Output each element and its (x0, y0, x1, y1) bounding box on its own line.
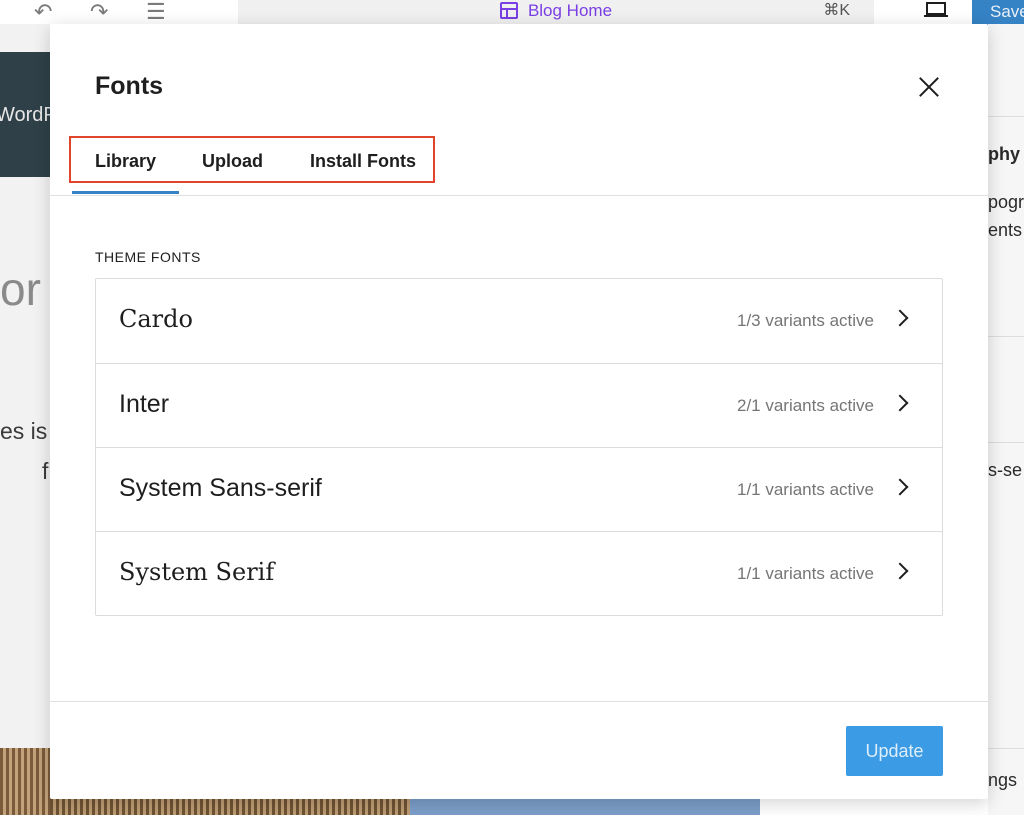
font-variants-count: 1/1 variants active (736, 564, 874, 583)
image-block (0, 748, 50, 815)
redo-icon[interactable]: ↷ (90, 0, 108, 24)
font-variants-count: 2/1 variants active (736, 396, 874, 415)
heading-fragment: or (0, 263, 41, 315)
hero-text-fragment: WordP (0, 104, 57, 126)
update-button[interactable]: Update (846, 726, 943, 776)
save-button[interactable]: Save (972, 0, 1024, 26)
styles-sidebar (988, 24, 1024, 815)
sidebar-divider (988, 748, 1024, 749)
undo-icon[interactable]: ↶ (34, 0, 52, 24)
document-title-bar[interactable]: Blog Home ⌘K (238, 0, 874, 24)
device-preview-icon[interactable] (924, 2, 948, 18)
sidebar-divider (988, 336, 1024, 337)
sidebar-text-fragment: ngs (988, 770, 1018, 790)
command-shortcut: ⌘K (823, 2, 850, 19)
font-row-system-serif[interactable]: System Serif 1/1 variants active (96, 532, 942, 616)
font-variants-count: 1/1 variants active (736, 480, 874, 499)
font-name: System Serif (119, 558, 275, 586)
image-block (50, 798, 410, 815)
tab-install-fonts[interactable]: Install Fonts (310, 151, 416, 172)
sidebar-divider (988, 442, 1024, 443)
image-block (410, 798, 760, 815)
template-icon (499, 2, 518, 19)
chevron-right-icon (891, 309, 909, 327)
fonts-modal: Fonts Library Upload Install Fonts THEME… (50, 24, 988, 799)
active-tab-indicator (72, 191, 179, 194)
modal-title: Fonts (95, 72, 164, 100)
font-row-inter[interactable]: Inter 2/1 variants active (96, 364, 942, 448)
tab-upload[interactable]: Upload (202, 151, 263, 172)
sidebar-text-fragment: phy (988, 144, 1021, 164)
chevron-right-icon (891, 562, 909, 580)
font-name: System Sans-serif (119, 474, 322, 502)
document-title: Blog Home (527, 1, 613, 20)
font-name: Inter (119, 390, 170, 418)
footer-divider (50, 701, 988, 702)
chevron-right-icon (891, 478, 909, 496)
chevron-right-icon (891, 394, 909, 412)
sidebar-text-fragment: s-se (988, 460, 1023, 480)
list-view-icon[interactable]: ☰ (146, 0, 166, 24)
sidebar-divider (988, 116, 1024, 117)
sidebar-text-fragment: ents (988, 220, 1023, 240)
close-icon[interactable] (914, 72, 944, 102)
font-name: Cardo (119, 305, 193, 333)
font-row-cardo[interactable]: Cardo 1/3 variants active (96, 279, 942, 363)
theme-fonts-list: Cardo 1/3 variants active Inter 2/1 vari… (95, 278, 943, 616)
body-fragment: es is (0, 418, 48, 444)
sidebar-text-fragment: pogr (988, 192, 1024, 212)
tabs-divider (50, 195, 988, 196)
body-fragment: f (42, 458, 49, 484)
font-variants-count: 1/3 variants active (736, 311, 874, 330)
section-label-theme-fonts: THEME FONTS (95, 249, 201, 265)
font-row-system-sans-serif[interactable]: System Sans-serif 1/1 variants active (96, 448, 942, 532)
tab-library[interactable]: Library (95, 151, 156, 172)
